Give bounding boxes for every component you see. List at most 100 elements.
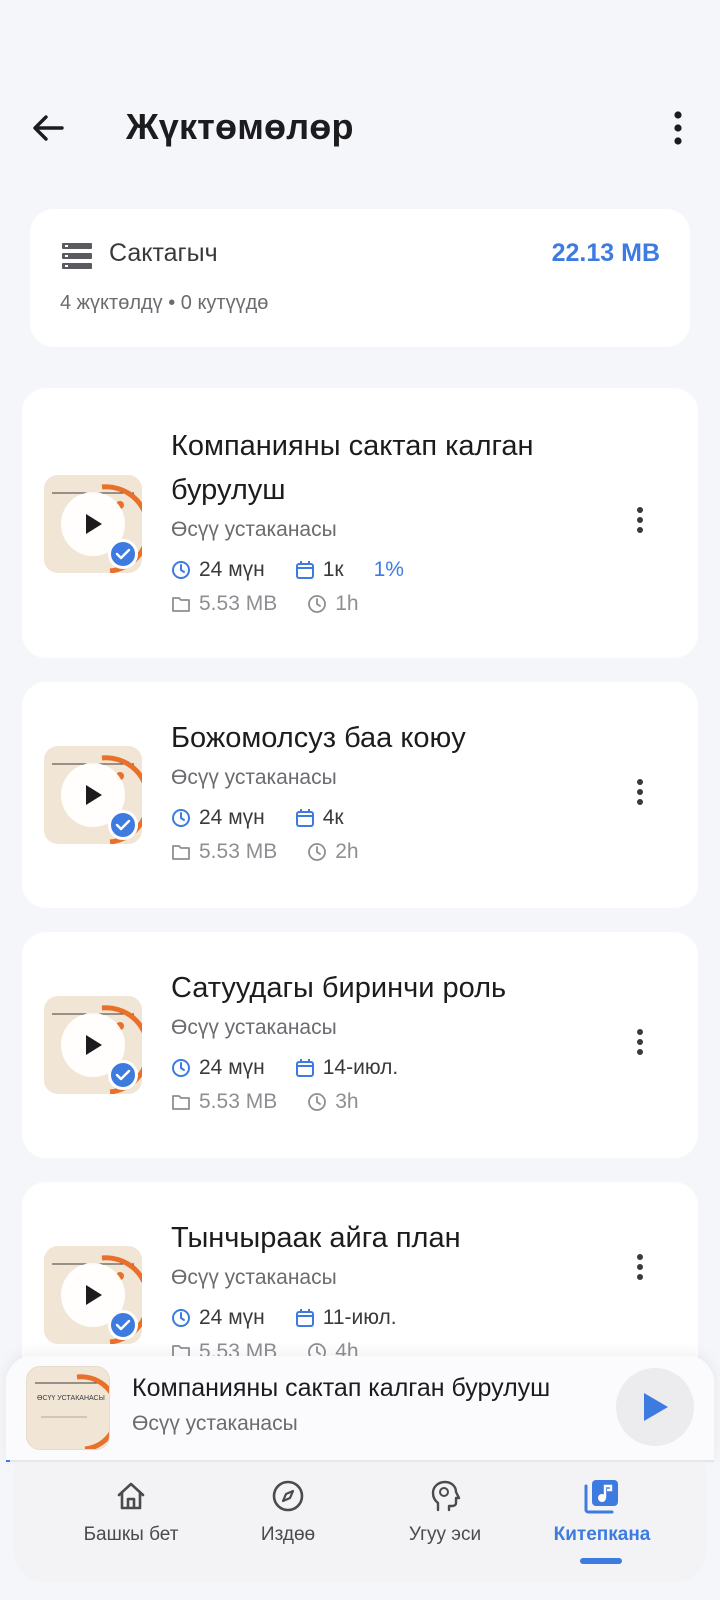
clock-icon <box>308 1093 327 1111</box>
nav-item-home[interactable]: Башкы бет <box>51 1476 211 1566</box>
compass-icon <box>268 1476 308 1516</box>
duration-meta: 24 мүн <box>171 558 265 582</box>
more-vertical-icon <box>637 1029 643 1055</box>
mini-player-artist: Өсүү устаканасы <box>132 1412 298 1435</box>
episode-podcast: Өсүү устаканасы <box>171 766 337 789</box>
duration-meta: 24 мүн <box>171 1056 265 1080</box>
nav-item-listening-memory[interactable]: Угуу эси <box>365 1476 525 1566</box>
calendar-icon <box>295 561 314 579</box>
folder-icon <box>172 845 190 860</box>
calendar-icon <box>295 1059 314 1077</box>
episode-file-row: 5.53 MB 1h <box>171 590 389 618</box>
mini-player-artwork-text: ӨСҮҮ УСТАКАНАСЫ <box>37 1395 105 1402</box>
more-vertical-icon <box>674 111 682 145</box>
storage-summary: 4 жүктөлдү • 0 кутүүдө <box>60 292 269 314</box>
episode-podcast: Өсүү устаканасы <box>171 1266 337 1289</box>
episode-title: Компанияны сактап калган бурулуш <box>171 430 534 506</box>
download-card[interactable]: Сатуудагы биринчи роль Өсүү устаканасы 2… <box>22 932 698 1158</box>
mini-player-progress-fill <box>6 1460 10 1462</box>
storage-label: Сактагыч <box>109 239 218 267</box>
nav-item-explore[interactable]: Издөө <box>208 1476 368 1566</box>
size-meta: 5.53 MB <box>171 840 277 864</box>
episode-duration: 24 мүн <box>199 558 265 581</box>
episode-artwork <box>44 1246 142 1344</box>
downloaded-check-badge <box>108 810 138 840</box>
episode-podcast: Өсүү устаканасы <box>171 518 337 541</box>
downloaded-check-badge <box>108 1060 138 1090</box>
episode-more-button[interactable] <box>628 500 652 540</box>
episode-date: 11-июл. <box>322 1306 397 1329</box>
date-meta: 1к <box>295 558 344 582</box>
more-vertical-icon <box>637 779 643 805</box>
episode-date: 4к <box>322 806 344 829</box>
duration-meta: 24 мүн <box>171 1306 265 1330</box>
episode-title: Тынчыраак айга план <box>171 1222 461 1254</box>
episode-artwork <box>44 475 142 573</box>
downloaded-check-badge <box>108 539 138 569</box>
episode-duration: 24 мүн <box>199 1306 265 1329</box>
episode-podcast: Өсүү устаканасы <box>171 1016 337 1039</box>
episode-meta-row: 24 мүн 1к 1% <box>171 556 404 584</box>
folder-icon <box>172 597 190 612</box>
check-icon <box>115 548 131 560</box>
storage-list-icon <box>62 243 92 269</box>
nav-item-library[interactable]: Китепкана <box>522 1476 682 1566</box>
download-card[interactable]: Тынчыраак айга план Өсүү устаканасы 24 м… <box>22 1182 698 1382</box>
episode-meta-row: 24 мүн 14-июл. <box>171 1054 428 1082</box>
listen-progress: 1% <box>373 558 404 581</box>
mini-player-play-button[interactable] <box>616 1368 694 1446</box>
more-options-button[interactable] <box>658 108 698 148</box>
play-icon <box>86 1035 102 1055</box>
episode-file-row: 5.53 MB 2h <box>171 838 389 866</box>
folder-icon <box>172 1095 190 1110</box>
episode-duration: 24 мүн <box>199 1056 265 1079</box>
duration-meta: 24 мүн <box>171 806 265 830</box>
more-vertical-icon <box>637 1254 643 1280</box>
episode-title: Божомолсуз баа коюу <box>171 722 466 754</box>
page-title: Жүктөмөлөр <box>126 106 354 147</box>
clock-icon <box>308 595 327 613</box>
check-icon <box>115 819 131 831</box>
nav-label-home: Башкы бет <box>83 1524 179 1545</box>
clock-icon <box>172 1059 190 1077</box>
file-size: 5.53 MB <box>199 592 278 615</box>
nav-label-explore: Издөө <box>260 1524 316 1545</box>
downloaded-check-badge <box>108 1310 138 1340</box>
size-meta: 5.53 MB <box>171 592 277 616</box>
episode-more-button[interactable] <box>628 1247 652 1287</box>
play-icon <box>86 785 102 805</box>
home-icon <box>111 1476 151 1516</box>
nav-active-indicator <box>580 1558 622 1564</box>
date-meta: 14-июл. <box>295 1056 398 1080</box>
clock-icon <box>172 561 190 579</box>
clock-icon <box>172 1309 190 1327</box>
download-card[interactable]: Компанияны сактап калган бурулуш Өсүү ус… <box>22 388 698 658</box>
downloaded-ago-meta: 1h <box>307 592 359 616</box>
episode-title: Сатуудагы биринчи роль <box>171 972 507 1004</box>
downloaded-ago: 2h <box>335 840 359 863</box>
episode-file-row: 5.53 MB 3h <box>171 1088 389 1116</box>
back-button[interactable] <box>28 108 68 148</box>
calendar-icon <box>295 1309 314 1327</box>
episode-more-button[interactable] <box>628 1022 652 1062</box>
download-card[interactable]: Божомолсуз баа коюу Өсүү устаканасы 24 м… <box>22 682 698 908</box>
clock-icon <box>172 809 190 827</box>
nav-label-library: Китепкана <box>553 1524 651 1545</box>
size-meta: 5.53 MB <box>171 1090 277 1114</box>
episode-meta-row: 24 мүн 4к <box>171 804 374 832</box>
clock-icon <box>308 843 327 861</box>
storage-size: 22.13 MB <box>551 239 660 267</box>
brain-head-icon <box>425 1476 465 1516</box>
downloaded-ago: 1h <box>335 592 359 615</box>
app-header: Жүктөмөлөр <box>0 96 720 160</box>
music-library-icon <box>582 1476 622 1516</box>
mini-player-title: Компанияны сактап калган бурулуш <box>132 1374 551 1402</box>
arrow-left-icon <box>33 115 64 141</box>
episode-more-button[interactable] <box>628 772 652 812</box>
mini-player[interactable]: ӨСҮҮ УСТАКАНАСЫ Компанияны сактап калган… <box>6 1356 714 1462</box>
episode-duration: 24 мүн <box>199 806 265 829</box>
check-icon <box>115 1319 131 1331</box>
nav-label-listening-memory: Угуу эси <box>408 1524 482 1545</box>
bottom-navigation: Башкы бет Издөө Угуу эси Китепкана <box>14 1462 706 1582</box>
episode-date: 14-июл. <box>322 1056 399 1079</box>
